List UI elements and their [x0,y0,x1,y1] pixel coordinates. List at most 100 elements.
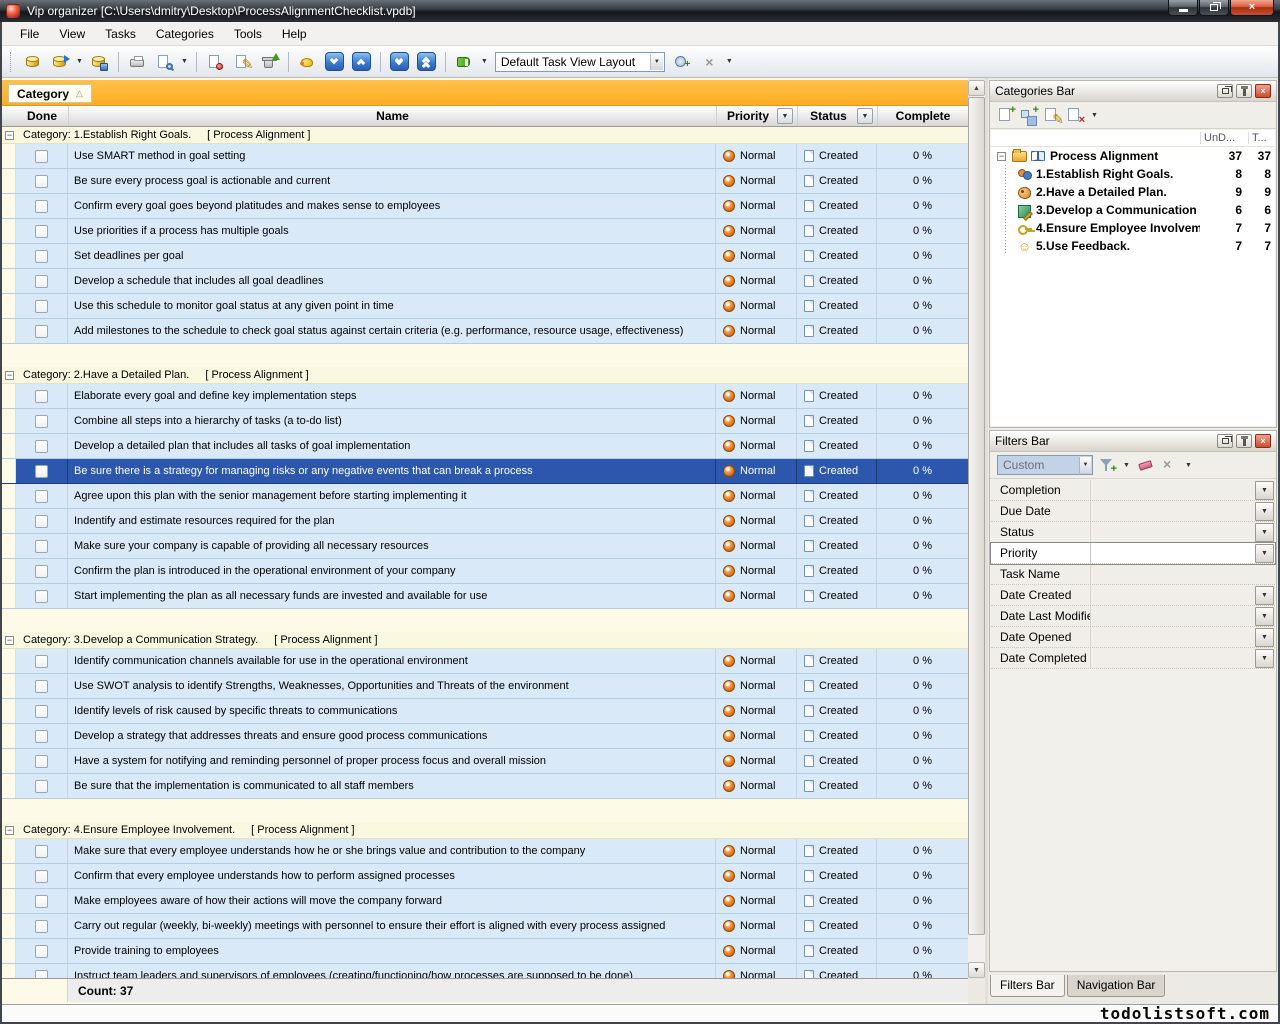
move-top-button[interactable] [414,49,439,74]
column-header-priority[interactable]: Priority ▼ [716,106,797,126]
task-row[interactable]: Add milestones to the schedule to check … [2,319,968,344]
done-checkbox[interactable] [35,325,48,338]
task-name-cell[interactable]: Confirm every goal goes beyond platitude… [68,194,716,218]
open-database-dropdown[interactable]: ▼ [76,58,83,65]
done-checkbox[interactable] [35,655,48,668]
task-name-cell[interactable]: Identify communication channels availabl… [68,649,716,673]
filter-row[interactable]: Date Opened ▼ [991,627,1275,648]
filter-row-value[interactable] [1091,543,1255,563]
task-row[interactable]: Be sure there is a strategy for managing… [2,459,968,484]
dock-tab[interactable]: Navigation Bar [1067,975,1166,997]
delete-filter-button[interactable]: × [1160,456,1178,474]
task-row[interactable]: Confirm the plan is introduced in the op… [2,559,968,584]
task-row[interactable]: Make sure your company is capable of pro… [2,534,968,559]
task-name-cell[interactable]: Provide training to employees [68,939,716,963]
menu-item[interactable]: View [49,23,95,45]
open-database-button[interactable] [47,49,72,74]
save-database-button[interactable] [87,49,112,74]
menu-item[interactable]: Tasks [95,23,146,45]
done-checkbox[interactable] [35,300,48,313]
new-task-button[interactable] [203,49,228,74]
done-checkbox[interactable] [35,730,48,743]
task-name-cell[interactable]: Add milestones to the schedule to check … [68,319,716,343]
filter-preset-arrow[interactable]: ▼ [1079,457,1091,473]
filter-row[interactable]: Date Created ▼ [991,585,1275,606]
print-preview-button[interactable] [152,49,177,74]
column-header-complete[interactable]: Complete [877,106,968,126]
task-row[interactable]: Start implementing the plan as all neces… [2,584,968,609]
tree-item[interactable]: ☺ 5.Use Feedback. 7 7 [991,237,1275,255]
apply-layout-button[interactable] [670,49,695,74]
task-row[interactable]: Develop a detailed plan that includes al… [2,434,968,459]
filter-row-value[interactable] [1091,522,1255,542]
menu-item[interactable]: Help [272,23,317,45]
collapse-icon[interactable]: − [5,636,14,645]
task-name-cell[interactable]: Make employees aware of how their action… [68,889,716,913]
filter-row-value[interactable] [1091,564,1275,584]
delete-task-button[interactable] [257,49,282,74]
filters-restore-button[interactable] [1217,434,1233,448]
task-row[interactable]: Develop a strategy that addresses threat… [2,724,968,749]
task-row[interactable]: Have a system for notifying and remindin… [2,749,968,774]
task-name-cell[interactable]: Start implementing the plan as all neces… [68,584,716,608]
scroll-up-button[interactable]: ▲ [968,80,985,96]
restore-button[interactable] [1199,0,1229,16]
filter-row[interactable]: Date Last Modified ▼ [991,606,1275,627]
task-row[interactable]: Be sure every process goal is actionable… [2,169,968,194]
category-group-row[interactable]: − Category: 1.Establish Right Goals. [ P… [2,127,968,144]
filters-close-button[interactable]: × [1255,434,1271,448]
done-checkbox[interactable] [35,275,48,288]
collapse-icon[interactable]: − [5,131,14,140]
filter-row-value[interactable] [1091,648,1255,668]
category-group-row[interactable]: − Category: 4.Ensure Employee Involvemen… [2,822,968,839]
done-checkbox[interactable] [35,590,48,603]
move-bottom-button[interactable] [387,49,412,74]
filter-row-value[interactable] [1091,480,1255,500]
layouts-dropdown[interactable]: ▼ [481,58,488,65]
close-layout-button[interactable]: × [697,49,722,74]
clear-filter-button[interactable] [1137,456,1155,474]
collapse-icon[interactable]: − [5,371,14,380]
priority-filter-button[interactable]: ▼ [777,108,793,124]
task-row[interactable]: Use SWOT analysis to identify Strengths,… [2,674,968,699]
menu-item[interactable]: Tools [224,23,272,45]
vertical-scrollbar[interactable]: ▲ ▼ [968,80,985,978]
delete-category-button[interactable]: × [1066,106,1084,124]
menu-item[interactable]: Categories [146,23,224,45]
complete-task-button[interactable] [295,49,320,74]
new-category-button[interactable]: + [997,106,1015,124]
layouts-button[interactable] [452,49,477,74]
done-checkbox[interactable] [35,490,48,503]
done-checkbox[interactable] [35,780,48,793]
new-database-button[interactable] [20,49,45,74]
filter-row-dropdown[interactable]: ▼ [1255,649,1274,668]
undone-column-header[interactable]: UnD... [1200,132,1248,144]
apply-filter-button[interactable]: + [1098,456,1116,474]
task-row[interactable]: Identify levels of risk caused by specif… [2,699,968,724]
layout-combobox-arrow[interactable]: ▼ [650,54,663,70]
total-column-header[interactable]: T... [1248,132,1275,144]
tree-item[interactable]: 4.Ensure Employee Involvement. 7 7 [991,219,1275,237]
categories-close-button[interactable]: × [1255,84,1271,98]
close-button[interactable]: × [1230,0,1274,16]
task-name-cell[interactable]: Agree upon this plan with the senior man… [68,484,716,508]
categories-pin-button[interactable] [1236,84,1252,98]
task-row[interactable]: Be sure that the implementation is commu… [2,774,968,799]
done-checkbox[interactable] [35,845,48,858]
task-row[interactable]: Provide training to employees Normal Cre… [2,939,968,964]
categories-toolbar-dropdown[interactable]: ▼ [1091,112,1098,119]
task-row[interactable]: Confirm that every employee understands … [2,864,968,889]
tree-root-row[interactable]: − Process Alignment 37 37 [991,147,1275,165]
filter-row-dropdown[interactable]: ▼ [1255,628,1274,647]
task-name-cell[interactable]: Set deadlines per goal [68,244,716,268]
task-row[interactable]: Use this schedule to monitor goal status… [2,294,968,319]
category-group-row[interactable]: − Category: 3.Develop a Communication St… [2,632,968,649]
task-row[interactable]: Set deadlines per goal Normal Created 0 … [2,244,968,269]
task-name-cell[interactable]: Carry out regular (weekly, bi-weekly) me… [68,914,716,938]
done-checkbox[interactable] [35,465,48,478]
move-down-button[interactable] [322,49,347,74]
task-name-cell[interactable]: Indentify and estimate resources require… [68,509,716,533]
done-checkbox[interactable] [35,920,48,933]
done-checkbox[interactable] [35,705,48,718]
column-header-status[interactable]: Status ▼ [797,106,877,126]
